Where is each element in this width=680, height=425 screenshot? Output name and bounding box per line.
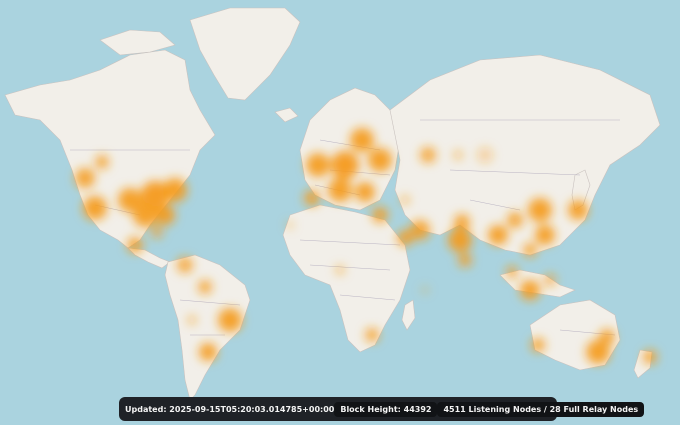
heat-spot [544, 274, 556, 286]
heat-spot [365, 328, 379, 342]
updated-timestamp: Updated: 2025-09-15T05:20:03.014785+00:0… [125, 404, 335, 414]
heat-spot [528, 198, 552, 222]
world-map[interactable] [0, 0, 680, 425]
heat-spot [155, 205, 175, 225]
heat-spot [83, 196, 107, 220]
heat-spot [286, 221, 294, 229]
heat-spot [355, 182, 375, 202]
heat-spot [163, 178, 187, 202]
heat-spot [420, 147, 436, 163]
heat-spot [198, 280, 212, 294]
heat-spot [328, 178, 352, 202]
heat-spot [368, 148, 392, 172]
heat-spot [454, 214, 470, 230]
heat-spot [75, 168, 95, 188]
heat-spot [127, 237, 143, 253]
node-counts: 4511 Listening Nodes / 28 Full Relay Nod… [437, 401, 645, 417]
heat-spot [477, 147, 493, 163]
heat-spot [531, 338, 545, 352]
heat-spot [421, 286, 429, 294]
heat-spot [400, 195, 410, 205]
heat-spot [410, 220, 430, 240]
heat-spot [453, 150, 463, 160]
block-height: Block Height: 44392 [334, 401, 438, 417]
heat-spot [304, 190, 320, 206]
heat-spot [306, 153, 330, 177]
heat-spot [199, 343, 217, 361]
heat-spot [177, 257, 193, 273]
heat-spot [335, 265, 345, 275]
heat-spot [523, 243, 537, 257]
heat-spot [507, 212, 523, 228]
heat-spot [568, 200, 588, 220]
heat-spot [350, 128, 374, 152]
heat-spot [187, 315, 197, 325]
heat-spot [506, 266, 518, 278]
heat-spot [488, 225, 508, 245]
heat-spot [520, 280, 540, 300]
heat-spot [448, 228, 472, 252]
heat-spot [458, 253, 472, 267]
heat-spot [218, 308, 242, 332]
heat-spot [372, 207, 388, 223]
status-bar: Updated: 2025-09-15T05:20:03.014785+00:0… [119, 397, 645, 421]
heat-spot [331, 151, 359, 179]
heat-spot [151, 226, 163, 238]
heat-spot [599, 329, 615, 345]
heat-spot [643, 350, 657, 364]
heat-spot [133, 203, 157, 227]
heat-spot [535, 225, 555, 245]
heat-spot [95, 155, 109, 169]
